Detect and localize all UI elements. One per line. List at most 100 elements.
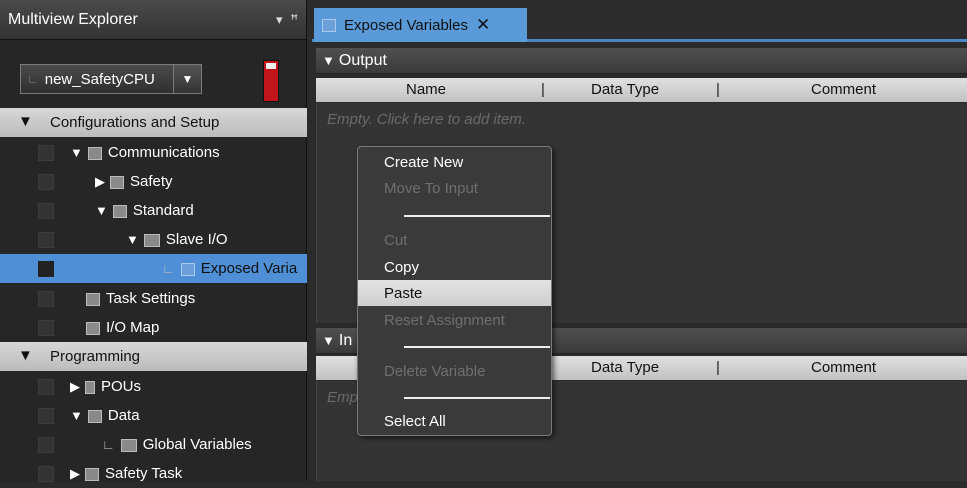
tree-group-programming[interactable]: ▼ Programming <box>0 342 307 371</box>
expand-icon[interactable]: ▶ <box>70 466 80 481</box>
tree-corner-icon: ∟ <box>27 72 39 86</box>
tree-item-checkbox <box>38 261 54 277</box>
slave-io-icon <box>143 233 160 247</box>
safety-task-icon <box>85 467 99 481</box>
collapse-icon[interactable]: ▼ <box>18 113 33 130</box>
output-table-header: Name | Data Type | Comment <box>316 78 967 102</box>
menu-separator <box>404 215 550 217</box>
pous-icon <box>85 380 95 394</box>
menu-item-paste[interactable]: Paste <box>358 280 551 306</box>
section-title: In <box>338 331 353 349</box>
tree-item-safety[interactable]: ▶ Safety <box>0 167 307 196</box>
variable-icon <box>120 438 137 452</box>
tree-item-pous[interactable]: ▶ POUs <box>0 372 307 401</box>
menu-item-select-all[interactable]: Select All <box>358 408 551 434</box>
editor-tab-bar: Exposed Variables ✕ <box>312 0 967 42</box>
tree-label: Communications <box>107 144 220 161</box>
empty-table-hint[interactable]: Empty. Click here to add item. <box>327 111 526 128</box>
column-header-data-type[interactable]: Data Type <box>591 359 659 376</box>
exposed-variables-icon <box>180 262 195 276</box>
expand-icon[interactable]: ▶ <box>95 174 105 189</box>
column-separator[interactable]: | <box>541 81 545 98</box>
tree-item-global-variables[interactable]: ∟ Global Variables <box>0 430 307 459</box>
tree-item-checkbox <box>38 291 54 307</box>
column-header-name[interactable]: Name <box>406 81 446 98</box>
auto-hide-icon[interactable]: ▾ <box>276 12 283 28</box>
output-section-header[interactable]: ▼ Output <box>316 48 967 74</box>
io-map-icon <box>86 321 100 335</box>
device-row: ∟ new_SafetyCPU ▼ <box>0 42 307 102</box>
tab-exposed-variables[interactable]: Exposed Variables ✕ <box>314 8 527 42</box>
tree-label: Configurations and Setup <box>50 114 220 131</box>
tree-item-task-settings[interactable]: Task Settings <box>0 284 307 313</box>
menu-separator <box>404 346 550 348</box>
column-header-data-type[interactable]: Data Type <box>591 81 659 98</box>
menu-item-copy[interactable]: Copy <box>358 254 551 280</box>
close-icon[interactable]: ✕ <box>476 15 490 35</box>
explorer-title: Multiview Explorer <box>8 10 138 28</box>
column-separator[interactable]: | <box>716 81 720 98</box>
safety-network-icon <box>110 175 124 189</box>
tree-corner-icon: ∟ <box>162 261 175 276</box>
expand-icon[interactable]: ▶ <box>70 379 80 394</box>
menu-item-create-new[interactable]: Create New <box>358 149 551 175</box>
tree-item-io-map[interactable]: I/O Map <box>0 313 307 342</box>
tree-label: Safety <box>130 173 173 190</box>
tree-item-slave-io[interactable]: ▼ Slave I/O <box>0 225 307 254</box>
tree-label: Standard <box>132 202 194 219</box>
tree-item-checkbox <box>38 408 54 424</box>
tree-item-safety-task[interactable]: ▶ Safety Task <box>0 459 307 488</box>
context-menu: Create New Move To Input Cut Copy Paste … <box>357 146 552 436</box>
tree-item-standard[interactable]: ▼ Standard <box>0 196 307 225</box>
tree-item-checkbox <box>38 466 54 482</box>
explorer-header-buttons: ▾ ꟸ <box>276 12 298 28</box>
column-header-comment[interactable]: Comment <box>811 81 876 98</box>
tree-item-checkbox <box>38 437 54 453</box>
menu-item-reset-assignment[interactable]: Reset Assignment <box>358 307 551 333</box>
menu-separator <box>404 397 550 399</box>
tree-label: Exposed Varia <box>200 260 298 277</box>
dropdown-arrow-icon[interactable]: ▼ <box>173 65 201 93</box>
communications-icon <box>87 146 102 160</box>
data-table-icon <box>87 409 102 423</box>
tree-corner-icon: ∟ <box>102 437 115 452</box>
tree-label: POUs <box>101 378 142 395</box>
tree-label: Task Settings <box>106 290 196 307</box>
tree-label: Safety Task <box>105 465 183 482</box>
column-header-comment[interactable]: Comment <box>811 359 876 376</box>
tree-item-checkbox <box>38 320 54 336</box>
collapse-icon[interactable]: ▼ <box>95 203 108 218</box>
tab-label: Exposed Variables <box>344 16 468 34</box>
collapse-icon[interactable]: ▼ <box>322 53 335 68</box>
tree-label: Programming <box>50 348 141 365</box>
tree-item-checkbox <box>38 203 54 219</box>
column-separator[interactable]: | <box>716 359 720 376</box>
standard-network-icon <box>112 204 127 218</box>
device-selector[interactable]: ∟ new_SafetyCPU ▼ <box>20 64 202 94</box>
explorer-header: Multiview Explorer ▾ ꟸ <box>0 0 306 40</box>
tree-item-communications[interactable]: ▼ Communications <box>0 138 307 167</box>
tree-item-checkbox <box>38 379 54 395</box>
tree-item-checkbox <box>38 145 54 161</box>
menu-item-move-to-input[interactable]: Move To Input <box>358 175 551 201</box>
menu-item-cut[interactable]: Cut <box>358 227 551 253</box>
exposed-variables-icon <box>322 18 336 32</box>
multiview-explorer-pane: Multiview Explorer ▾ ꟸ ∟ new_SafetyCPU ▼… <box>0 0 307 482</box>
tree-label: Global Variables <box>142 436 252 453</box>
menu-item-delete-variable[interactable]: Delete Variable <box>358 358 551 384</box>
empty-table-hint[interactable]: Emp <box>327 389 358 406</box>
device-name: new_SafetyCPU <box>44 70 155 88</box>
pin-icon[interactable]: ꟸ <box>291 12 299 28</box>
collapse-icon[interactable]: ▼ <box>70 408 83 423</box>
collapse-icon[interactable]: ▼ <box>322 333 335 348</box>
tree-label: Slave I/O <box>165 231 228 248</box>
tree-item-checkbox <box>38 232 54 248</box>
tree-label: I/O Map <box>106 319 160 336</box>
tree-group-configurations-setup[interactable]: ▼ Configurations and Setup <box>0 108 307 137</box>
tree-item-exposed-variables[interactable]: ∟ Exposed Varia <box>0 254 307 283</box>
section-title: Output <box>338 51 387 69</box>
tree-item-data[interactable]: ▼ Data <box>0 401 307 430</box>
collapse-icon[interactable]: ▼ <box>70 145 83 160</box>
collapse-icon[interactable]: ▼ <box>126 232 139 247</box>
collapse-icon[interactable]: ▼ <box>18 347 33 364</box>
